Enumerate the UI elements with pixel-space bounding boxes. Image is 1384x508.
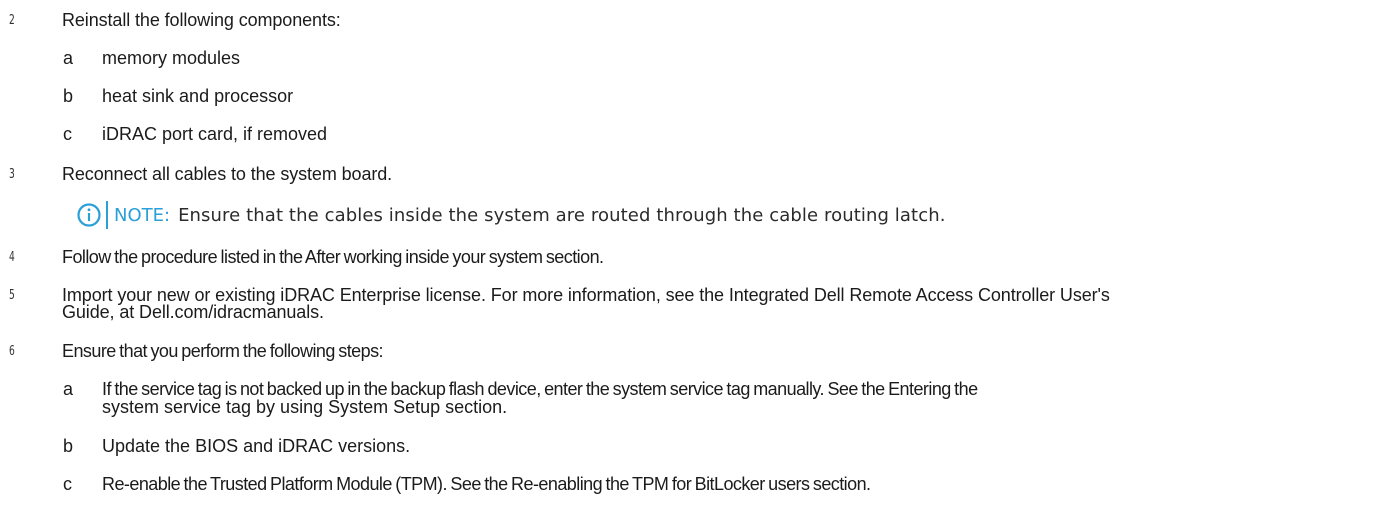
step-text: Ensure that you perform the following st…	[62, 341, 384, 361]
substep-letter: a	[63, 48, 74, 68]
substep-letter: b	[63, 86, 74, 106]
step-text: Follow the procedure listed in the After…	[62, 247, 604, 267]
info-circle-icon	[76, 202, 102, 228]
substep-text: Re-enable the Trusted Platform Module (T…	[102, 474, 871, 494]
step-number: 5	[9, 288, 15, 303]
note-box: NOTE: Ensure that the cables inside the …	[76, 200, 946, 230]
note-divider	[106, 201, 108, 229]
substep-text: heat sink and processor	[102, 86, 294, 106]
note-text: Ensure that the cables inside the system…	[178, 204, 946, 226]
step-number: 3	[9, 167, 15, 182]
step-number: 4	[9, 250, 15, 265]
substep-letter: c	[63, 474, 72, 494]
substep-text: Update the BIOS and iDRAC versions.	[102, 436, 411, 456]
note-label: NOTE:	[114, 204, 171, 226]
step-number: 6	[9, 344, 15, 359]
step-text-line2: Guide, at Dell.com/idracmanuals.	[62, 302, 324, 322]
step-number: 2	[9, 13, 15, 28]
substep-letter: c	[63, 124, 72, 144]
substep-text-line2: system service tag by using System Setup…	[102, 397, 508, 417]
substep-text: iDRAC port card, if removed	[102, 124, 328, 144]
substep-letter: b	[63, 436, 74, 456]
step-text: Reinstall the following components:	[62, 10, 341, 30]
substep-text: memory modules	[102, 48, 241, 68]
substep-letter: a	[63, 379, 74, 399]
step-text: Reconnect all cables to the system board…	[62, 164, 393, 184]
